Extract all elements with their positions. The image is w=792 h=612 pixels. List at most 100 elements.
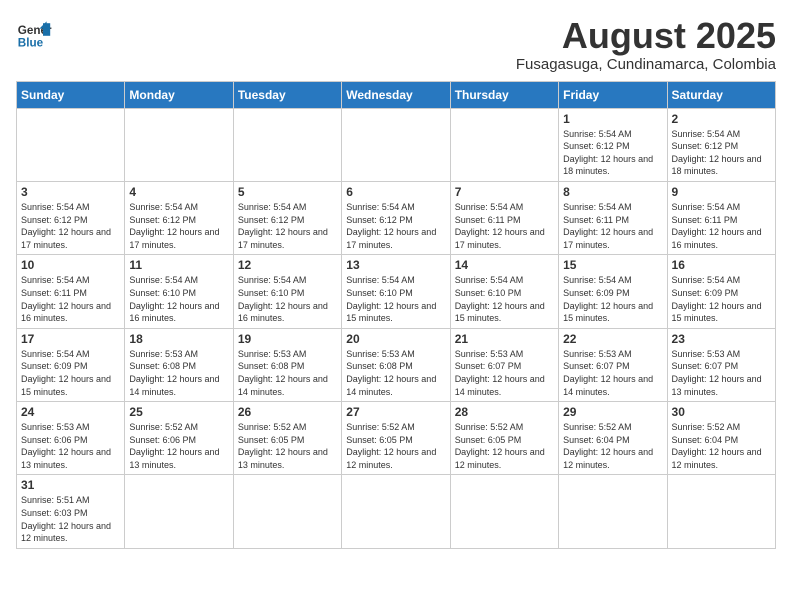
day-number: 16 — [672, 258, 771, 272]
calendar-subtitle: Fusagasuga, Cundinamarca, Colombia — [516, 56, 776, 73]
day-info: Sunrise: 5:54 AM Sunset: 6:10 PM Dayligh… — [455, 274, 554, 324]
calendar-cell: 2Sunrise: 5:54 AM Sunset: 6:12 PM Daylig… — [667, 108, 775, 181]
calendar-table: SundayMondayTuesdayWednesdayThursdayFrid… — [16, 81, 776, 549]
calendar-cell: 26 Sunrise: 5:52 AM Sunset: 6:05 PM Dayli… — [233, 402, 341, 475]
calendar-cell: 15 Sunrise: 5:54 AM Sunset: 6:09 PM Dayli… — [559, 255, 667, 328]
day-number: 2 — [672, 112, 771, 126]
calendar-cell: 11 Sunrise: 5:54 AM Sunset: 6:10 PM Dayli… — [125, 255, 233, 328]
calendar-cell: 7 Sunrise: 5:54 AM Sunset: 6:11 PM Daylig… — [450, 181, 558, 254]
day-info: Sunrise: 5:54 AM Sunset: 6:11 PM Dayligh… — [672, 201, 771, 251]
day-number: 18 — [129, 332, 228, 346]
day-info: Sunrise: 5:54 AM Sunset: 6:10 PM Dayligh… — [346, 274, 445, 324]
calendar-week-row: 3Sunrise: 5:54 AM Sunset: 6:12 PM Daylig… — [17, 181, 776, 254]
day-info: Sunrise: 5:54 AM Sunset: 6:10 PM Dayligh… — [238, 274, 337, 324]
calendar-cell: 18 Sunrise: 5:53 AM Sunset: 6:08 PM Dayli… — [125, 328, 233, 401]
logo: General Blue — [16, 16, 52, 52]
day-info: Sunrise: 5:54 AM Sunset: 6:10 PM Dayligh… — [129, 274, 228, 324]
svg-text:Blue: Blue — [18, 37, 44, 50]
calendar-week-row: 17Sunrise: 5:54 AM Sunset: 6:09 PM Dayli… — [17, 328, 776, 401]
weekday-header-row: SundayMondayTuesdayWednesdayThursdayFrid… — [17, 81, 776, 108]
calendar-cell: 5 Sunrise: 5:54 AM Sunset: 6:12 PM Daylig… — [233, 181, 341, 254]
calendar-week-row: 24Sunrise: 5:53 AM Sunset: 6:06 PM Dayli… — [17, 402, 776, 475]
weekday-header-wednesday: Wednesday — [342, 81, 450, 108]
weekday-header-thursday: Thursday — [450, 81, 558, 108]
day-number: 12 — [238, 258, 337, 272]
page-header: General Blue August 2025 Fusagasuga, Cun… — [16, 16, 776, 73]
calendar-cell: 20Sunrise: 5:53 AM Sunset: 6:08 PM Dayli… — [342, 328, 450, 401]
calendar-cell — [559, 475, 667, 548]
day-number: 23 — [672, 332, 771, 346]
day-number: 11 — [129, 258, 228, 272]
day-info: Sunrise: 5:54 AM Sunset: 6:11 PM Dayligh… — [563, 201, 662, 251]
calendar-cell — [342, 475, 450, 548]
calendar-cell: 14 Sunrise: 5:54 AM Sunset: 6:10 PM Dayli… — [450, 255, 558, 328]
weekday-header-tuesday: Tuesday — [233, 81, 341, 108]
logo-icon: General Blue — [16, 16, 52, 52]
day-info: Sunrise: 5:54 AM Sunset: 6:09 PM Dayligh… — [672, 274, 771, 324]
day-info: Sunrise: 5:52 AM Sunset: 6:05 PM Dayligh… — [238, 421, 337, 471]
day-info: Sunrise: 5:51 AM Sunset: 6:03 PM Dayligh… — [21, 494, 120, 544]
day-number: 31 — [21, 478, 120, 492]
day-number: 30 — [672, 405, 771, 419]
day-number: 7 — [455, 185, 554, 199]
day-info: Sunrise: 5:53 AM Sunset: 6:08 PM Dayligh… — [129, 348, 228, 398]
day-number: 14 — [455, 258, 554, 272]
day-info: Sunrise: 5:54 AM Sunset: 6:11 PM Dayligh… — [21, 274, 120, 324]
day-info: Sunrise: 5:53 AM Sunset: 6:08 PM Dayligh… — [346, 348, 445, 398]
day-number: 5 — [238, 185, 337, 199]
day-info: Sunrise: 5:54 AM Sunset: 6:09 PM Dayligh… — [563, 274, 662, 324]
calendar-cell: 4 Sunrise: 5:54 AM Sunset: 6:12 PM Daylig… — [125, 181, 233, 254]
calendar-cell: 17Sunrise: 5:54 AM Sunset: 6:09 PM Dayli… — [17, 328, 125, 401]
day-info: Sunrise: 5:52 AM Sunset: 6:05 PM Dayligh… — [346, 421, 445, 471]
calendar-cell: 9 Sunrise: 5:54 AM Sunset: 6:11 PM Daylig… — [667, 181, 775, 254]
day-number: 26 — [238, 405, 337, 419]
calendar-cell: 6 Sunrise: 5:54 AM Sunset: 6:12 PM Daylig… — [342, 181, 450, 254]
calendar-cell — [342, 108, 450, 181]
calendar-cell — [17, 108, 125, 181]
calendar-week-row: 10 Sunrise: 5:54 AM Sunset: 6:11 PM Dayli… — [17, 255, 776, 328]
day-info: Sunrise: 5:54 AM Sunset: 6:12 PM Dayligh… — [129, 201, 228, 251]
calendar-cell — [667, 475, 775, 548]
day-number: 9 — [672, 185, 771, 199]
day-number: 27 — [346, 405, 445, 419]
calendar-cell: 24Sunrise: 5:53 AM Sunset: 6:06 PM Dayli… — [17, 402, 125, 475]
calendar-week-row: 31 Sunrise: 5:51 AM Sunset: 6:03 PM Dayli… — [17, 475, 776, 548]
day-number: 10 — [21, 258, 120, 272]
day-number: 8 — [563, 185, 662, 199]
day-info: Sunrise: 5:54 AM Sunset: 6:12 PM Dayligh… — [238, 201, 337, 251]
title-section: August 2025 Fusagasuga, Cundinamarca, Co… — [516, 16, 776, 73]
day-number: 22 — [563, 332, 662, 346]
day-info: Sunrise: 5:53 AM Sunset: 6:06 PM Dayligh… — [21, 421, 120, 471]
day-number: 15 — [563, 258, 662, 272]
day-number: 4 — [129, 185, 228, 199]
calendar-week-row: 1 Sunrise: 5:54 AM Sunset: 6:12 PM Daylig… — [17, 108, 776, 181]
day-info: Sunrise: 5:54 AM Sunset: 6:11 PM Dayligh… — [455, 201, 554, 251]
day-info: Sunrise: 5:53 AM Sunset: 6:08 PM Dayligh… — [238, 348, 337, 398]
calendar-cell: 10 Sunrise: 5:54 AM Sunset: 6:11 PM Dayli… — [17, 255, 125, 328]
day-number: 1 — [563, 112, 662, 126]
day-info: Sunrise: 5:54 AM Sunset: 6:12 PM Dayligh… — [563, 128, 662, 178]
calendar-cell — [233, 108, 341, 181]
weekday-header-saturday: Saturday — [667, 81, 775, 108]
calendar-cell: 19 Sunrise: 5:53 AM Sunset: 6:08 PM Dayli… — [233, 328, 341, 401]
calendar-cell: 30Sunrise: 5:52 AM Sunset: 6:04 PM Dayli… — [667, 402, 775, 475]
calendar-cell: 12 Sunrise: 5:54 AM Sunset: 6:10 PM Dayli… — [233, 255, 341, 328]
calendar-cell: 22 Sunrise: 5:53 AM Sunset: 6:07 PM Dayli… — [559, 328, 667, 401]
calendar-cell — [450, 108, 558, 181]
calendar-cell — [125, 108, 233, 181]
calendar-cell — [450, 475, 558, 548]
day-info: Sunrise: 5:53 AM Sunset: 6:07 PM Dayligh… — [563, 348, 662, 398]
day-info: Sunrise: 5:52 AM Sunset: 6:06 PM Dayligh… — [129, 421, 228, 471]
calendar-cell: 28Sunrise: 5:52 AM Sunset: 6:05 PM Dayli… — [450, 402, 558, 475]
calendar-cell: 13Sunrise: 5:54 AM Sunset: 6:10 PM Dayli… — [342, 255, 450, 328]
calendar-cell: 3Sunrise: 5:54 AM Sunset: 6:12 PM Daylig… — [17, 181, 125, 254]
day-number: 28 — [455, 405, 554, 419]
calendar-title: August 2025 — [516, 16, 776, 56]
day-number: 19 — [238, 332, 337, 346]
day-info: Sunrise: 5:54 AM Sunset: 6:12 PM Dayligh… — [346, 201, 445, 251]
calendar-cell — [125, 475, 233, 548]
calendar-cell: 27 Sunrise: 5:52 AM Sunset: 6:05 PM Dayli… — [342, 402, 450, 475]
day-number: 6 — [346, 185, 445, 199]
weekday-header-sunday: Sunday — [17, 81, 125, 108]
calendar-cell: 25Sunrise: 5:52 AM Sunset: 6:06 PM Dayli… — [125, 402, 233, 475]
